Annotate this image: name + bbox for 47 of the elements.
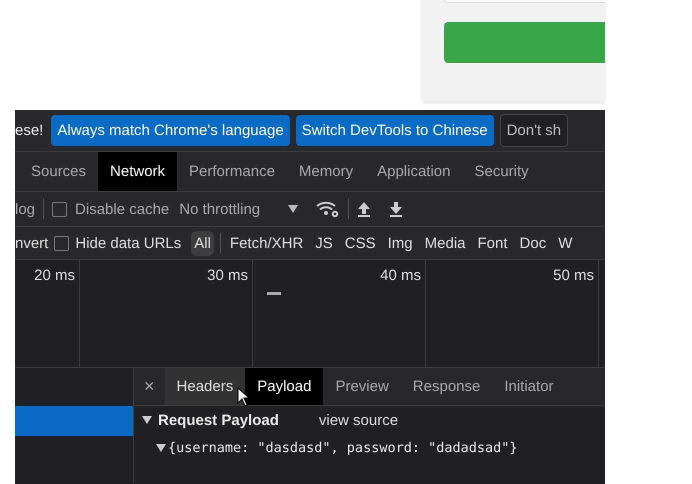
language-button[interactable]: Switch DevTools to Chinese bbox=[296, 115, 494, 146]
payload-object: {username: "dasdasd", password: "dadadsad"} bbox=[168, 440, 518, 456]
upload-icon[interactable] bbox=[357, 201, 372, 217]
panel-tab[interactable]: Application bbox=[365, 152, 462, 191]
type-filter[interactable]: JS bbox=[312, 230, 336, 256]
disable-cache-label: Disable cache bbox=[75, 200, 170, 218]
view-source-link[interactable]: view source bbox=[318, 412, 398, 428]
language-button[interactable]: Always match Chrome's language bbox=[51, 115, 290, 146]
infobar-message: ese! bbox=[15, 122, 44, 139]
time-tick: 30 ms bbox=[207, 267, 248, 284]
panel-tab[interactable]: Security bbox=[462, 152, 541, 191]
detail-tab[interactable]: Initiator bbox=[492, 368, 566, 405]
panel-tab[interactable]: Memory bbox=[286, 152, 366, 191]
dropdown-caret-icon[interactable] bbox=[288, 205, 298, 213]
time-tick: 50 ms bbox=[553, 267, 594, 284]
expand-triangle-icon[interactable] bbox=[156, 444, 166, 452]
detail-tab[interactable]: Response bbox=[400, 368, 492, 405]
type-filter[interactable]: All bbox=[191, 230, 214, 256]
wifi-settings-icon[interactable] bbox=[316, 200, 340, 218]
hide-data-urls-checkbox[interactable] bbox=[54, 236, 70, 250]
preserve-log-label: log bbox=[15, 200, 36, 218]
type-filter[interactable]: Doc bbox=[516, 230, 550, 256]
type-filter[interactable]: Media bbox=[422, 230, 469, 256]
type-filter[interactable]: Font bbox=[474, 230, 511, 256]
disable-cache-checkbox[interactable] bbox=[52, 202, 68, 216]
mouse-cursor-icon bbox=[237, 387, 251, 407]
throttling-dropdown[interactable]: No throttling bbox=[179, 200, 260, 218]
type-filter[interactable]: CSS bbox=[342, 230, 379, 256]
time-tick: 40 ms bbox=[380, 267, 421, 284]
type-filter[interactable]: W bbox=[555, 230, 576, 256]
panel-tab[interactable]: Network bbox=[98, 152, 178, 191]
download-icon[interactable] bbox=[389, 201, 404, 217]
detail-tab[interactable]: Payload bbox=[245, 368, 324, 405]
panel-tab[interactable]: Performance bbox=[177, 152, 287, 191]
type-filter[interactable]: Fetch/XHR bbox=[226, 230, 306, 256]
section-title: Request Payload bbox=[158, 412, 279, 428]
request-bar bbox=[267, 292, 281, 295]
type-filter[interactable]: Img bbox=[384, 230, 416, 256]
invert-label: nvert bbox=[15, 234, 48, 252]
detail-tab[interactable]: Preview bbox=[323, 368, 401, 405]
language-button[interactable]: Don't sh bbox=[500, 114, 568, 147]
hide-data-urls-label: Hide data URLs bbox=[75, 234, 182, 252]
close-button[interactable]: × bbox=[134, 368, 165, 405]
expand-triangle-icon[interactable] bbox=[142, 416, 152, 424]
time-tick: 20 ms bbox=[34, 267, 75, 284]
panel-tab[interactable]: Sources bbox=[19, 152, 98, 191]
detail-tab[interactable]: Headers bbox=[164, 368, 246, 405]
